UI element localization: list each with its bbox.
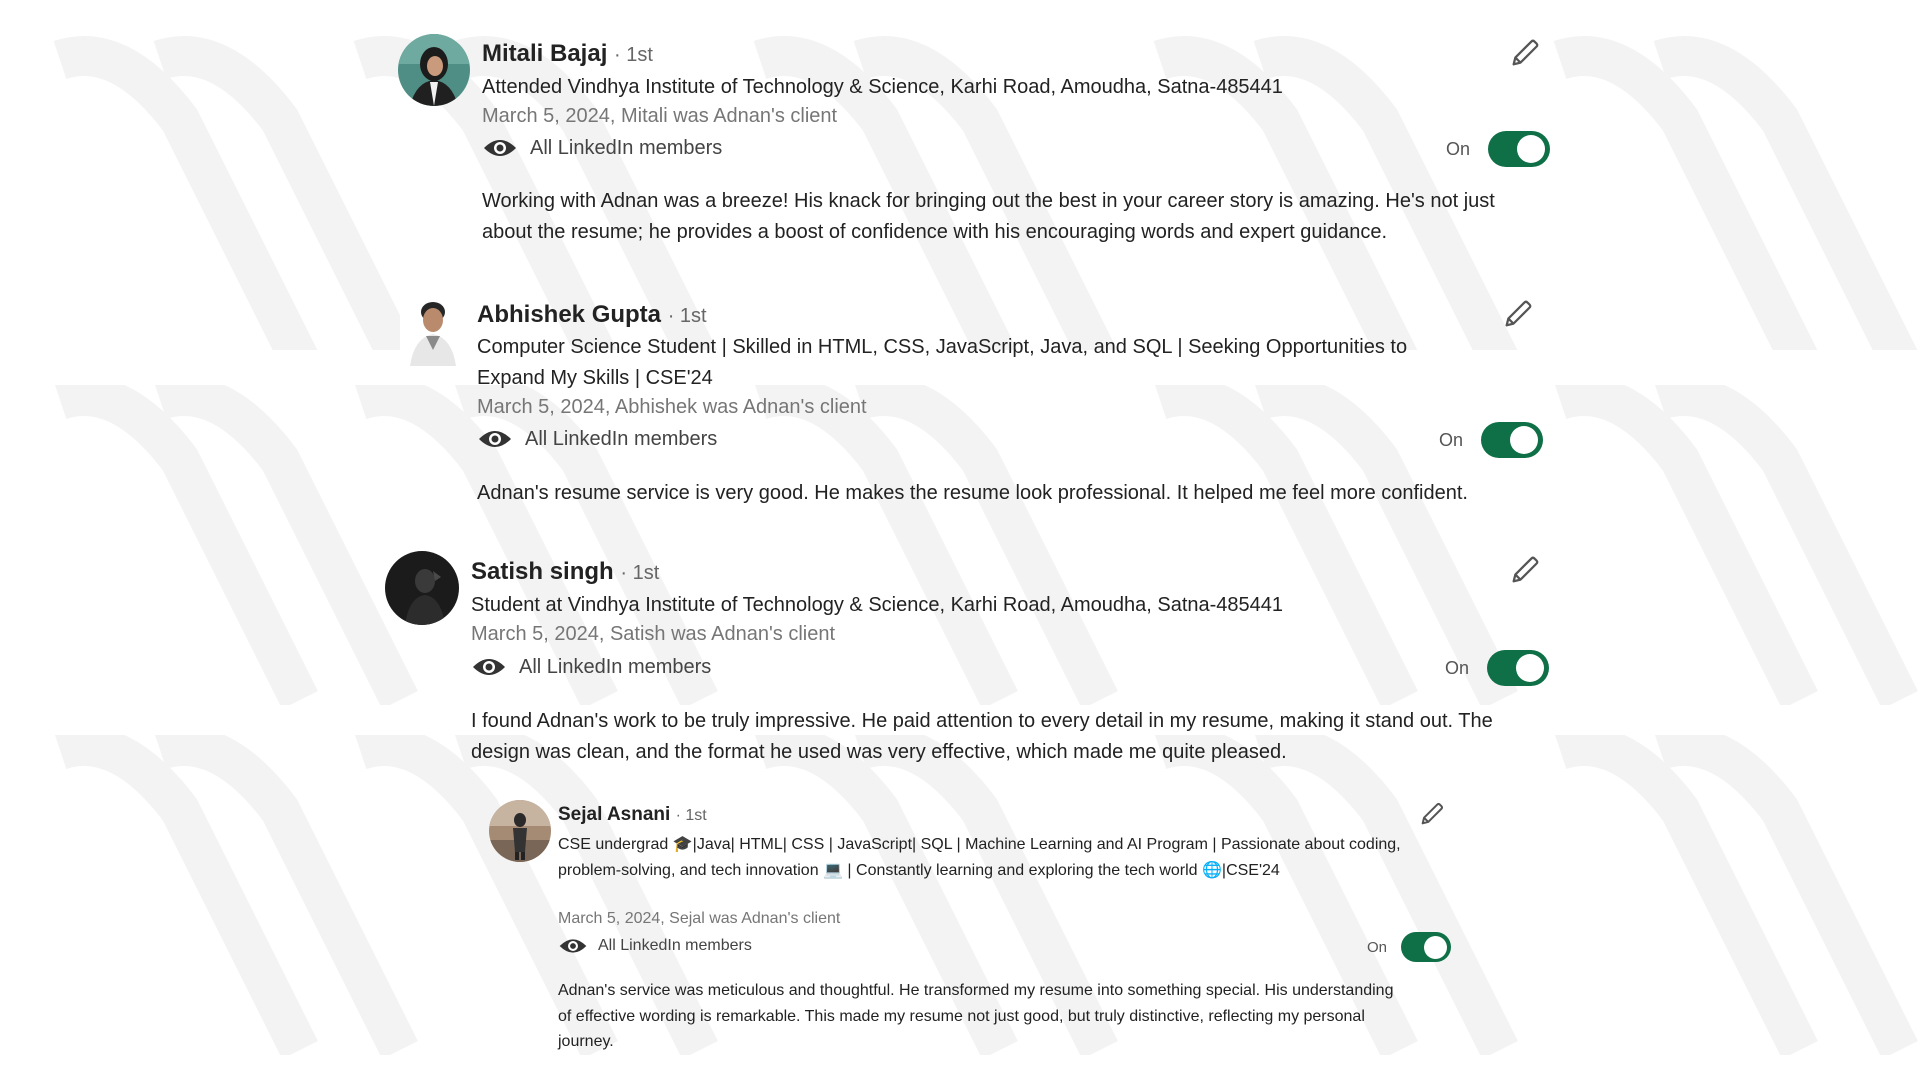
toggle-knob	[1424, 935, 1448, 959]
visibility-toggle[interactable]	[1401, 932, 1452, 962]
edit-button[interactable]	[1418, 800, 1446, 828]
recommendation-text: Adnan's service was meticulous and thoug…	[558, 982, 1394, 1050]
recommendation-date: March 5, 2024, Sejal was Adnan's client	[558, 910, 841, 927]
pencil-icon	[1418, 800, 1446, 828]
recommendation-card: Sejal Asnani · 1st CSE undergrad 🎓|Java|…	[0, 0, 1920, 1080]
eye-icon	[558, 936, 588, 956]
recommender-name[interactable]: Sejal Asnani	[558, 804, 670, 825]
toggle-label: On	[1367, 938, 1388, 956]
connection-degree: · 1st	[675, 807, 707, 824]
visibility-setting: All LinkedIn members	[558, 936, 752, 956]
recommender-headline: CSE undergrad 🎓|Java| HTML| CSS | JavaSc…	[558, 836, 1401, 879]
avatar[interactable]	[489, 800, 551, 862]
visibility-label: All LinkedIn members	[598, 937, 752, 954]
